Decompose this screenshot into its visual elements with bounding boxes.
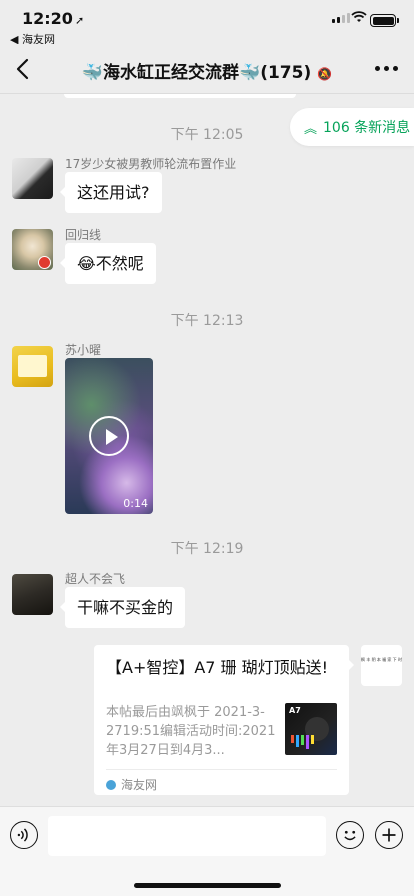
signal-icon — [332, 13, 350, 23]
play-icon[interactable] — [89, 416, 129, 456]
previous-message-bubble — [64, 94, 296, 98]
video-message[interactable]: 0:14 — [65, 358, 153, 514]
sender-name: 17岁少女被男教师轮流布置作业 — [65, 157, 237, 171]
avatar[interactable] — [12, 346, 53, 387]
home-indicator — [134, 883, 281, 888]
emoji-icon[interactable] — [336, 821, 364, 849]
back-arrow-icon[interactable] — [12, 56, 36, 82]
link-card-title: 【A+智控】A7 珊 瑚灯顶贴送! — [106, 658, 329, 677]
link-card[interactable]: 【A+智控】A7 珊 瑚灯顶贴送! 本帖最后由飒枫于 2021-3-2719:5… — [94, 645, 354, 795]
wifi-icon — [351, 11, 367, 22]
message-input[interactable] — [48, 816, 326, 856]
sender-name: 回归线 — [65, 228, 102, 242]
plus-icon[interactable] — [375, 821, 403, 849]
status-bar: 12:20 ➚ ◀ 海友网 — [0, 0, 414, 46]
link-card-description: 本帖最后由飒枫于 2021-3-2719:51编辑活动时间:2021年3月27日… — [106, 705, 276, 758]
video-duration: 0:14 — [123, 497, 148, 510]
link-card-source: 海友网 — [106, 769, 337, 793]
link-card-thumbnail: A7 — [285, 703, 337, 755]
status-badge — [38, 256, 51, 269]
chat-title: 🐳海水缸正经交流群🐳(175) 🔕 — [81, 63, 333, 83]
sender-name: 超人不会飞 — [65, 572, 126, 586]
message-bubble[interactable]: 😂不然呢 — [60, 243, 156, 284]
avatar[interactable] — [12, 574, 53, 615]
timestamp: 下午 12:05 — [170, 127, 244, 143]
bell-off-icon: 🔕 — [317, 67, 333, 81]
input-bar — [0, 806, 414, 896]
message-bubble[interactable]: 这还用试? — [60, 172, 162, 213]
self-avatar[interactable]: 枫 丰 阴 本 福 家 下 时 — [361, 645, 402, 686]
message-bubble[interactable]: 干嘛不买金的 — [59, 587, 186, 628]
avatar[interactable] — [12, 158, 53, 199]
source-icon — [106, 779, 116, 790]
chat-message-list[interactable]: ︽ 106 条新消息 下午 12:05 17岁少女被男教师轮流布置作业 这还用试… — [0, 94, 414, 806]
voice-icon[interactable] — [10, 821, 38, 849]
status-time: 12:20 ➚ — [22, 9, 85, 28]
sender-name: 苏小曜 — [65, 343, 102, 357]
more-options-button[interactable] — [375, 66, 398, 71]
timestamp: 下午 12:13 — [170, 313, 244, 329]
timestamp: 下午 12:19 — [170, 541, 244, 557]
thumbnail-label: A7 — [289, 706, 301, 715]
battery-icon — [370, 14, 399, 27]
location-icon: ➚ — [74, 14, 85, 27]
chat-header: 🐳海水缸正经交流群🐳(175) 🔕 — [0, 44, 414, 94]
